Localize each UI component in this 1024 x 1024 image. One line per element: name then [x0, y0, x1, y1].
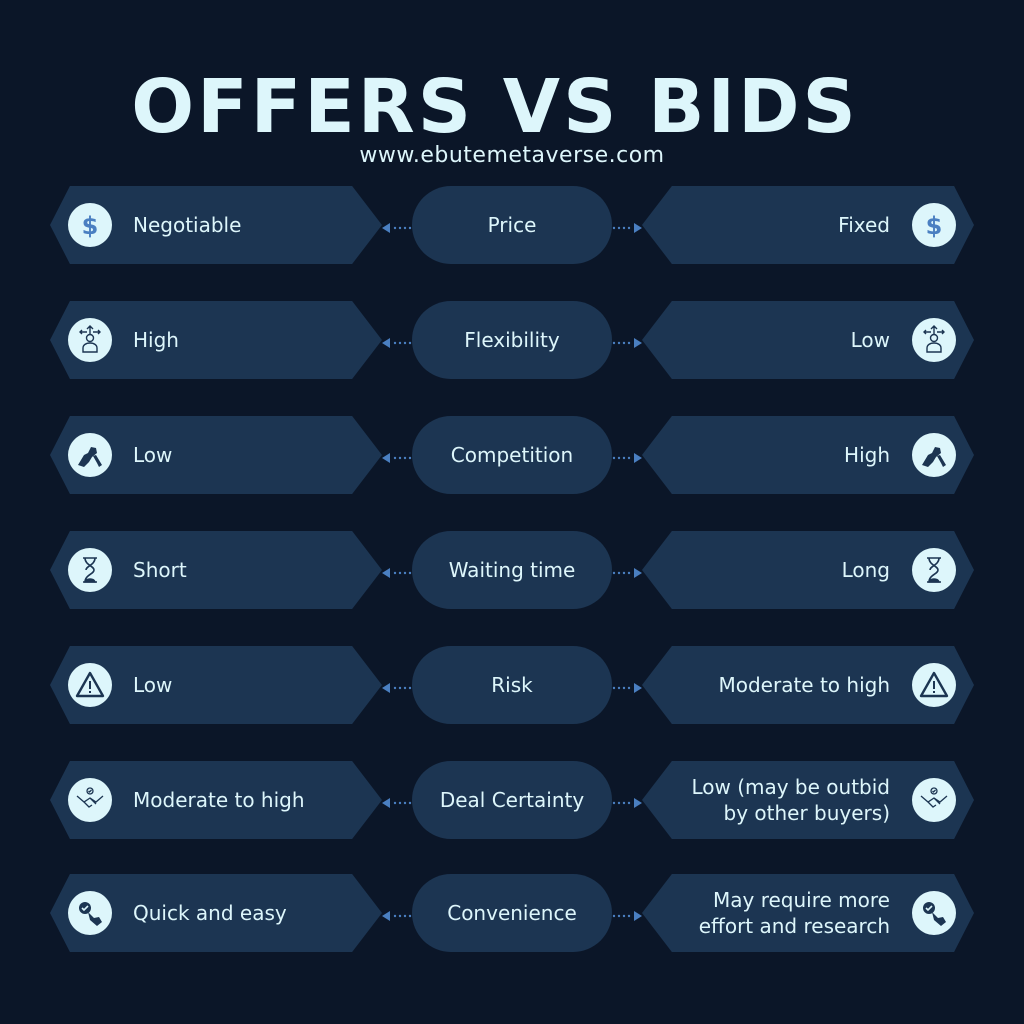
arrow-right-icon [612, 219, 642, 233]
dollar-icon: $ [68, 203, 112, 247]
offers-cell: $ Negotiable [50, 186, 382, 264]
hourglass-icon [912, 548, 956, 592]
offers-value: Short [133, 558, 187, 582]
bids-cell: Moderate to high [642, 646, 974, 724]
dollar-icon: $ [912, 203, 956, 247]
click-check-icon [912, 891, 956, 935]
arm-wrestle-icon [68, 433, 112, 477]
arrow-right-icon [612, 907, 642, 921]
comparison-row: Quick and easy Convenience May require mor… [0, 874, 1024, 952]
arrow-left-icon [382, 907, 412, 921]
criterion-label: Competition [412, 416, 612, 494]
criterion-label: Risk [412, 646, 612, 724]
offers-cell: Short [50, 531, 382, 609]
offers-value: Negotiable [133, 213, 242, 237]
arrow-left-icon [382, 449, 412, 463]
criterion-label: Convenience [412, 874, 612, 952]
comparison-row: $ Negotiable Price Fixed $ [0, 186, 1024, 264]
bids-cell: Fixed $ [642, 186, 974, 264]
bids-cell: High [642, 416, 974, 494]
criterion-label: Price [412, 186, 612, 264]
arrow-left-icon [382, 564, 412, 578]
bids-value: Moderate to high [718, 673, 890, 697]
offers-cell: Low [50, 416, 382, 494]
comparison-row: Short Waiting time Long [0, 531, 1024, 609]
offers-cell: Quick and easy [50, 874, 382, 952]
offers-value: Low [133, 443, 173, 467]
bids-value: High [844, 443, 890, 467]
warning-icon [912, 663, 956, 707]
bids-value: Long [841, 558, 890, 582]
bids-value: Low [850, 328, 890, 352]
comparison-row: Low Risk Moderate to high [0, 646, 1024, 724]
offers-value: Quick and easy [133, 901, 287, 925]
arrow-right-icon [612, 449, 642, 463]
handshake-icon [68, 778, 112, 822]
page-title: OFFERS VS BIDS [131, 64, 859, 150]
offers-value: High [133, 328, 179, 352]
offers-cell: Low [50, 646, 382, 724]
hourglass-icon [68, 548, 112, 592]
bids-cell: Low (may be outbid by other buyers) [642, 761, 974, 839]
comparison-row: Low Competition High [0, 416, 1024, 494]
arm-wrestle-icon [912, 433, 956, 477]
offers-cell: Moderate to high [50, 761, 382, 839]
arrow-right-icon [612, 334, 642, 348]
click-check-icon [68, 891, 112, 935]
arrow-right-icon [612, 794, 642, 808]
bids-cell: May require more effort and research [642, 874, 974, 952]
svg-text:$: $ [926, 212, 943, 240]
bids-cell: Low [642, 301, 974, 379]
offers-cell: High [50, 301, 382, 379]
warning-icon [68, 663, 112, 707]
arrow-right-icon [612, 564, 642, 578]
bids-value: May require more effort and research [698, 888, 890, 938]
handshake-icon [912, 778, 956, 822]
offers-value: Low [133, 673, 173, 697]
criterion-label: Flexibility [412, 301, 612, 379]
bids-cell: Long [642, 531, 974, 609]
criterion-label: Deal Certainty [412, 761, 612, 839]
arrow-left-icon [382, 794, 412, 808]
bids-value: Low (may be outbid by other buyers) [691, 775, 890, 825]
website-url: www.ebutemetaverse.com [359, 143, 665, 168]
svg-text:$: $ [82, 212, 99, 240]
arrow-left-icon [382, 219, 412, 233]
comparison-row: Moderate to high Deal Certainty Low (may b… [0, 761, 1024, 839]
decision-person-icon [68, 318, 112, 362]
offers-value: Moderate to high [133, 788, 305, 812]
decision-person-icon [912, 318, 956, 362]
arrow-right-icon [612, 679, 642, 693]
criterion-label: Waiting time [412, 531, 612, 609]
comparison-row: High Flexibility Low [0, 301, 1024, 379]
arrow-left-icon [382, 334, 412, 348]
arrow-left-icon [382, 679, 412, 693]
bids-value: Fixed [838, 213, 890, 237]
